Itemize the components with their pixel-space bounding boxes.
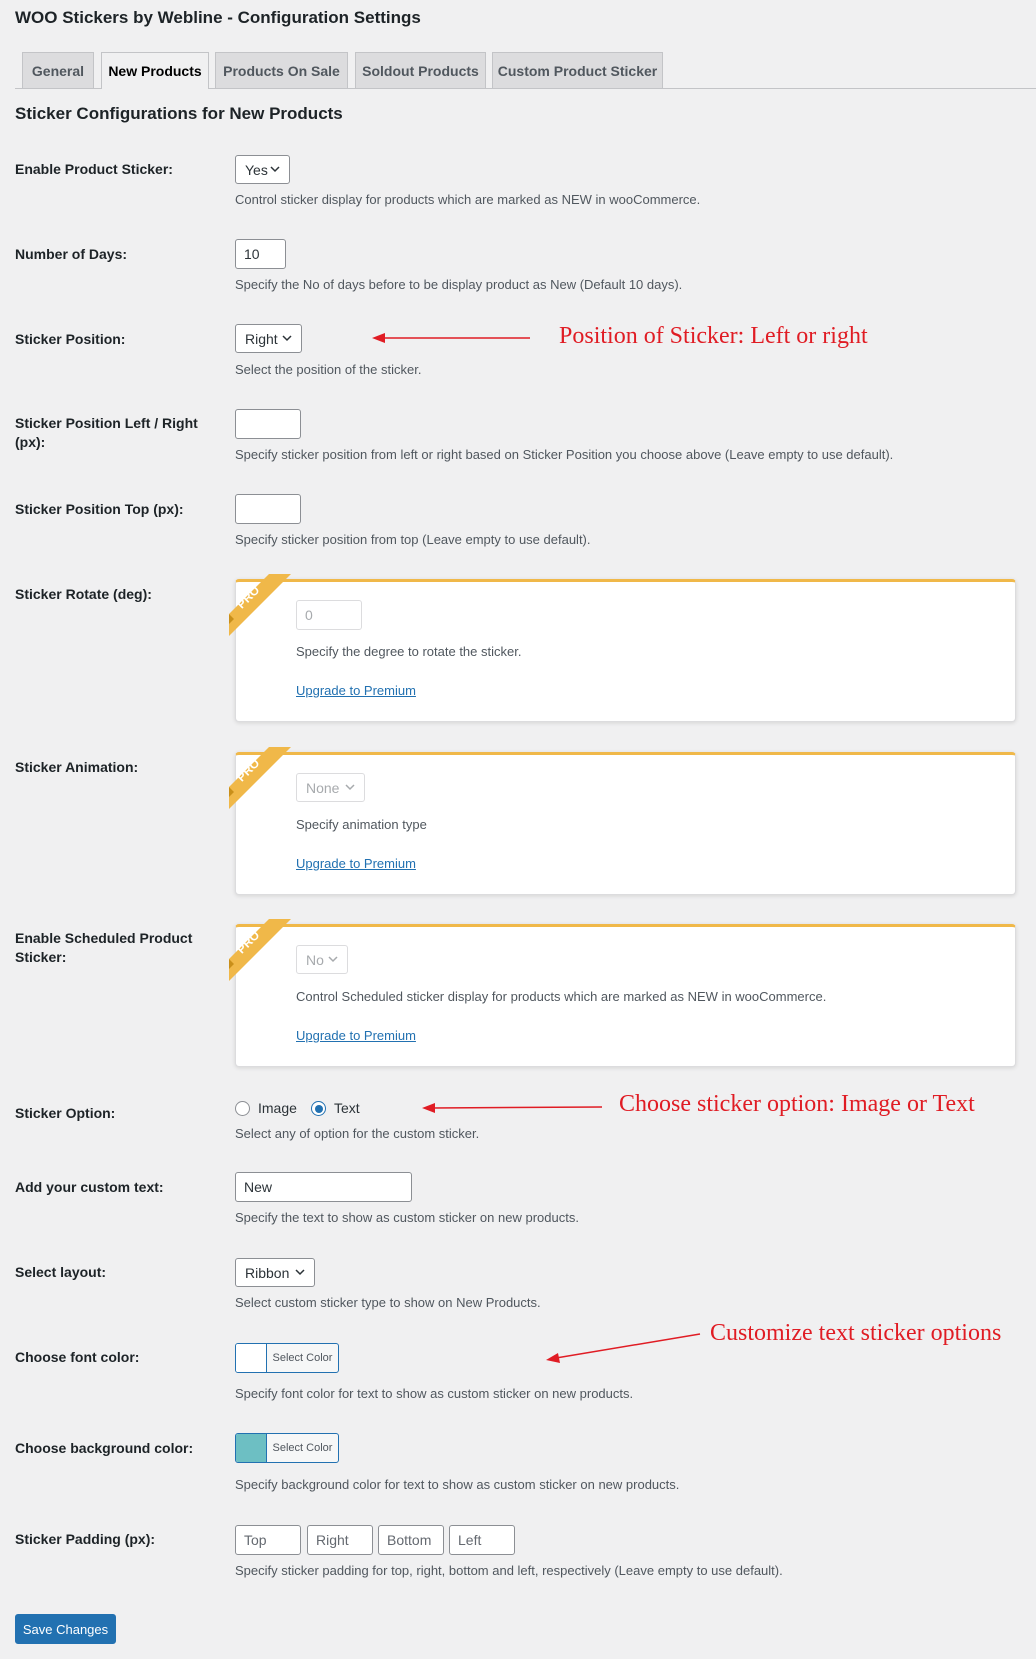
- font-color-desc: Specify font color for text to show as c…: [235, 1386, 634, 1401]
- radio-text[interactable]: [311, 1101, 326, 1116]
- scheduled-pro-box: PRO No Control Scheduled sticker display…: [229, 919, 1016, 1067]
- save-changes-button[interactable]: Save Changes: [15, 1614, 116, 1644]
- scheduled-label: Enable Scheduled Product Sticker:: [15, 930, 193, 965]
- position-top-label: Sticker Position Top (px):: [15, 501, 184, 517]
- padding-desc: Specify sticker padding for top, right, …: [235, 1563, 783, 1578]
- animation-select[interactable]: None: [296, 773, 365, 802]
- radio-selected-dot: [314, 1104, 323, 1113]
- position-label: Sticker Position:: [15, 331, 126, 347]
- bg-color-swatch: [236, 1434, 267, 1462]
- bg-color-label: Choose background color:: [15, 1440, 194, 1456]
- rotate-label: Sticker Rotate (deg):: [15, 586, 152, 602]
- font-color-swatch: [236, 1344, 267, 1372]
- padding-right-input[interactable]: Right: [307, 1525, 373, 1555]
- scheduled-value: No: [306, 951, 324, 968]
- annotation-position: Position of Sticker: Left or right: [559, 323, 868, 349]
- chevron-down-icon: [270, 166, 280, 173]
- bg-color-button-label: Select Color: [272, 1442, 333, 1454]
- rotate-desc: Specify the degree to rotate the sticker…: [296, 644, 522, 659]
- padding-top-input[interactable]: Top: [235, 1525, 301, 1555]
- position-desc: Select the position of the sticker.: [235, 362, 422, 377]
- font-color-button[interactable]: Select Color: [235, 1343, 339, 1373]
- custom-text-label: Add your custom text:: [15, 1179, 164, 1195]
- bg-color-button[interactable]: Select Color: [235, 1433, 339, 1463]
- chevron-down-icon: [345, 784, 355, 791]
- padding-left-input[interactable]: Left: [449, 1525, 515, 1555]
- scheduled-upgrade-link[interactable]: Upgrade to Premium: [296, 1028, 416, 1043]
- enable-sticker-label: Enable Product Sticker:: [15, 161, 173, 177]
- tab-soldout-products[interactable]: Soldout Products: [355, 52, 486, 88]
- radio-image[interactable]: [235, 1101, 250, 1116]
- custom-text-desc: Specify the text to show as custom stick…: [235, 1210, 579, 1225]
- radio-image-label: Image: [258, 1100, 297, 1116]
- tab-products-on-sale[interactable]: Products On Sale: [215, 52, 348, 88]
- custom-text-input[interactable]: New: [235, 1172, 412, 1202]
- font-color-button-label: Select Color: [272, 1352, 333, 1364]
- section-title: Sticker Configurations for New Products: [15, 104, 343, 123]
- chevron-down-icon: [295, 1269, 305, 1276]
- enable-sticker-value: Yes: [245, 161, 268, 178]
- font-color-label: Choose font color:: [15, 1349, 140, 1365]
- chevron-down-icon: [328, 956, 338, 963]
- tab-general[interactable]: General: [22, 52, 94, 88]
- tab-custom-product-sticker[interactable]: Custom Product Sticker: [492, 52, 663, 88]
- pro-badge: PRO: [229, 747, 291, 809]
- rotate-pro-box: PRO 0 Specify the degree to rotate the s…: [229, 574, 1016, 722]
- rotate-upgrade-link[interactable]: Upgrade to Premium: [296, 683, 416, 698]
- annotation-arrow: [422, 1103, 603, 1113]
- sticker-option-label: Sticker Option:: [15, 1105, 116, 1121]
- chevron-down-icon: [282, 335, 292, 342]
- scheduled-desc: Control Scheduled sticker display for pr…: [296, 989, 827, 1004]
- animation-upgrade-link[interactable]: Upgrade to Premium: [296, 856, 416, 871]
- annotation-option: Choose sticker option: Image or Text: [619, 1091, 975, 1117]
- layout-value: Ribbon: [245, 1264, 290, 1281]
- position-select[interactable]: Right: [235, 324, 302, 353]
- animation-value: None: [306, 779, 340, 796]
- animation-desc: Specify animation type: [296, 817, 427, 832]
- position-lr-desc: Specify sticker position from left or ri…: [235, 447, 894, 462]
- enable-sticker-desc: Control sticker display for products whi…: [235, 192, 701, 207]
- padding-bottom-input[interactable]: Bottom: [378, 1525, 444, 1555]
- enable-sticker-select[interactable]: Yes: [235, 155, 290, 184]
- animation-pro-box: PRO None Specify animation type Upgrade …: [229, 747, 1016, 895]
- num-days-label: Number of Days:: [15, 246, 128, 262]
- layout-desc: Select custom sticker type to show on Ne…: [235, 1295, 541, 1310]
- layout-label: Select layout:: [15, 1264, 107, 1280]
- radio-text-label: Text: [334, 1100, 360, 1116]
- annotation-arrow: [546, 1333, 701, 1363]
- rotate-input[interactable]: 0: [296, 600, 362, 630]
- bg-color-desc: Specify background color for text to sho…: [235, 1477, 680, 1492]
- position-lr-label: Sticker Position Left / Right (px):: [15, 415, 198, 450]
- position-top-input[interactable]: [235, 494, 301, 524]
- annotation-arrow: [372, 333, 530, 343]
- padding-label: Sticker Padding (px):: [15, 1531, 156, 1547]
- position-lr-input[interactable]: [235, 409, 301, 439]
- tab-new-products[interactable]: New Products: [101, 52, 209, 89]
- annotation-text-options: Customize text sticker options: [710, 1320, 1002, 1346]
- scheduled-select[interactable]: No: [296, 945, 348, 974]
- sticker-option-desc: Select any of option for the custom stic…: [235, 1126, 480, 1141]
- pro-badge: PRO: [229, 574, 291, 636]
- animation-label: Sticker Animation:: [15, 759, 139, 775]
- num-days-desc: Specify the No of days before to be disp…: [235, 277, 683, 292]
- position-top-desc: Specify sticker position from top (Leave…: [235, 532, 591, 547]
- pro-badge: PRO: [229, 919, 291, 981]
- page-title: WOO Stickers by Webline - Configuration …: [15, 8, 421, 27]
- position-value: Right: [245, 330, 278, 347]
- layout-select[interactable]: Ribbon: [235, 1258, 315, 1287]
- num-days-input[interactable]: 10: [235, 239, 286, 269]
